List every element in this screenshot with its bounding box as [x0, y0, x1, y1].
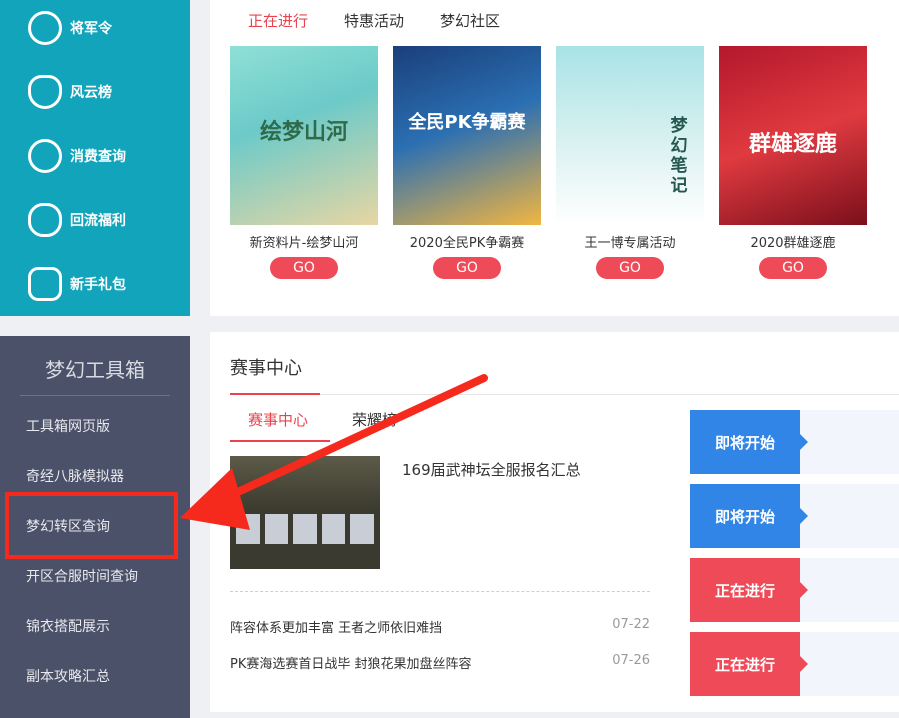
divider — [20, 395, 170, 396]
toolbox-panel: 梦幻工具箱 工具箱网页版 奇经八脉模拟器 梦幻转区查询 开区合服时间查询 锦衣搭… — [0, 336, 190, 718]
divider — [320, 394, 899, 395]
status-upcoming-button[interactable]: 即将开始 — [690, 410, 808, 474]
card-label: 2020群雄逐鹿 — [750, 236, 836, 251]
event-center-title: 赛事中心 — [230, 358, 302, 379]
nav-label: 风云榜 — [70, 85, 112, 101]
card-label: 2020全民PK争霸赛 — [409, 236, 525, 251]
character-slot — [293, 514, 317, 544]
go-button[interactable]: GO — [433, 257, 501, 279]
character-slot — [350, 514, 374, 544]
event-status-row[interactable]: 正在进行 — [690, 558, 899, 622]
tool-item-server-merge-time[interactable]: 开区合服时间查询 — [26, 566, 138, 586]
activity-card[interactable]: 群雄逐鹿 2020群雄逐鹿 GO — [719, 46, 867, 279]
go-button[interactable]: GO — [270, 257, 338, 279]
character-slot — [321, 514, 346, 544]
event-center-panel: 赛事中心 赛事中心 荣耀榜 169届武神坛全服报名汇总 阵容体系更加丰富 王者之… — [210, 332, 899, 712]
banner-art-text: 绘梦山河 — [259, 120, 348, 145]
activity-card[interactable]: 绘梦山河 新资料片-绘梦山河 GO — [230, 46, 378, 279]
sub-tab-underline — [230, 440, 330, 442]
nav-label: 新手礼包 — [70, 277, 126, 293]
tool-item-dungeon-guides[interactable]: 副本攻略汇总 — [26, 666, 110, 686]
banner-art-text: 全民PK争霸赛 — [408, 112, 526, 133]
tool-item-outfit-showcase[interactable]: 锦衣搭配展示 — [26, 616, 110, 636]
tab-community[interactable]: 梦幻社区 — [440, 10, 500, 31]
gamepad-icon — [28, 267, 62, 301]
news-title: 阵容体系更加丰富 王者之师依旧难挡 — [230, 621, 443, 636]
activity-panel: 正在进行 特惠活动 梦幻社区 绘梦山河 新资料片-绘梦山河 GO 全民PK争霸赛… — [210, 0, 899, 316]
news-item[interactable]: PK赛海选赛首日战毕 封狼花果加盘丝阵容 07-26 — [230, 653, 650, 672]
news-date: 07-22 — [612, 617, 650, 632]
gift-bear-icon — [28, 203, 62, 237]
tab-event-center[interactable]: 赛事中心 — [248, 409, 308, 430]
nav-label: 消费查询 — [70, 149, 126, 165]
character-slot — [264, 514, 289, 544]
nav-item-newbie-pack[interactable]: 新手礼包 — [0, 252, 190, 316]
face-icon — [28, 11, 62, 45]
page: 将军令 风云榜 消费查询 回流福利 新手礼包 梦幻工具箱 工具箱网页版 奇经八脉… — [0, 0, 899, 718]
quick-nav-sidebar: 将军令 风云榜 消费查询 回流福利 新手礼包 — [0, 0, 190, 316]
activity-card[interactable]: 梦幻笔记 王一博专属活动 GO — [556, 46, 704, 279]
go-button[interactable]: GO — [596, 257, 664, 279]
toolbox-title: 梦幻工具箱 — [45, 358, 145, 382]
feature-screenshot[interactable] — [230, 456, 380, 569]
banner-image: 全民PK争霸赛 — [393, 46, 541, 225]
banner-art-text: 梦幻笔记 — [670, 116, 688, 196]
feature-title[interactable]: 169届武神坛全服报名汇总 — [402, 459, 581, 480]
activity-card[interactable]: 全民PK争霸赛 2020全民PK争霸赛 GO — [393, 46, 541, 279]
card-label: 新资料片-绘梦山河 — [249, 236, 359, 251]
banner-image: 绘梦山河 — [230, 46, 378, 225]
news-title: PK赛海选赛首日战毕 封狼花果加盘丝阵容 — [230, 657, 472, 672]
nav-item-general-token[interactable]: 将军令 — [0, 0, 190, 60]
nav-item-consumption-query[interactable]: 消费查询 — [0, 124, 190, 188]
tab-honor-list[interactable]: 荣耀榜 — [352, 409, 397, 430]
tool-item-web-toolbox[interactable]: 工具箱网页版 — [26, 416, 110, 436]
status-ongoing-button[interactable]: 正在进行 — [690, 632, 808, 696]
go-button[interactable]: GO — [759, 257, 827, 279]
banner-art-text: 群雄逐鹿 — [748, 132, 837, 157]
card-label: 王一博专属活动 — [584, 236, 676, 251]
dashed-divider — [230, 591, 650, 592]
tool-item-meridian-simulator[interactable]: 奇经八脉模拟器 — [26, 466, 124, 486]
activity-tabs: 正在进行 特惠活动 梦幻社区 — [248, 10, 500, 31]
event-status-row[interactable]: 即将开始 — [690, 484, 899, 548]
news-date: 07-26 — [612, 653, 650, 668]
character-slots — [236, 514, 374, 544]
news-item[interactable]: 阵容体系更加丰富 王者之师依旧难挡 07-22 — [230, 617, 650, 636]
tab-special-offers[interactable]: 特惠活动 — [344, 10, 404, 31]
magnifier-icon — [28, 139, 62, 173]
event-status-row[interactable]: 正在进行 — [690, 632, 899, 696]
tab-ongoing[interactable]: 正在进行 — [248, 10, 308, 31]
event-status-row[interactable]: 即将开始 — [690, 410, 899, 474]
tool-item-server-transfer-query[interactable]: 梦幻转区查询 — [26, 516, 110, 536]
nav-label: 回流福利 — [70, 213, 126, 229]
character-slot — [236, 514, 260, 544]
nav-label: 将军令 — [70, 21, 112, 37]
nav-item-return-benefits[interactable]: 回流福利 — [0, 188, 190, 252]
banner-image: 群雄逐鹿 — [719, 46, 867, 225]
status-upcoming-button[interactable]: 即将开始 — [690, 484, 808, 548]
trophy-icon — [28, 75, 62, 109]
nav-item-leaderboard[interactable]: 风云榜 — [0, 60, 190, 124]
banner-image: 梦幻笔记 — [556, 46, 704, 225]
event-sub-tabs: 赛事中心 荣耀榜 — [248, 409, 397, 430]
game-scene — [230, 456, 380, 511]
title-underline — [230, 393, 320, 395]
status-ongoing-button[interactable]: 正在进行 — [690, 558, 808, 622]
